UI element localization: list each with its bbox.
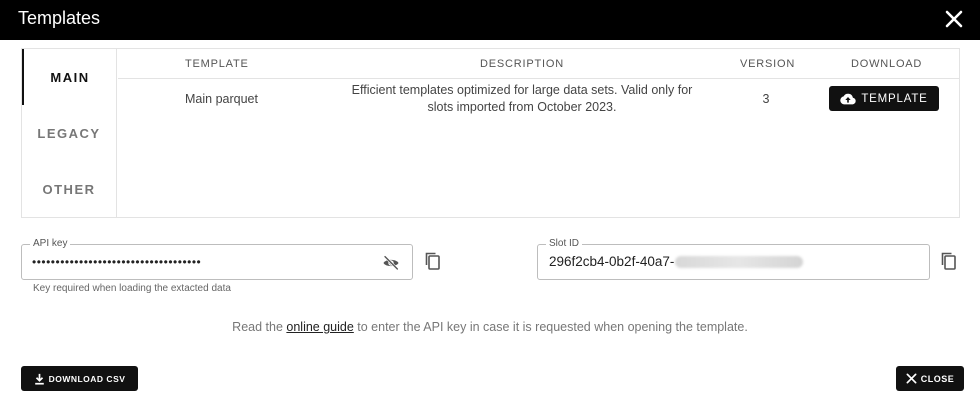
column-header-template: TEMPLATE (185, 58, 249, 70)
column-header-download: DOWNLOAD (851, 58, 923, 70)
api-key-label: API key (30, 238, 71, 250)
copy-icon[interactable] (940, 251, 958, 271)
dialog-title: Templates (18, 8, 101, 28)
slot-id-field[interactable]: Slot ID 296f2cb4-0b2f-40a7- (537, 238, 930, 280)
close-button[interactable]: CLOSE (896, 366, 964, 391)
api-key-value: •••••••••••••••••••••••••••••••••••• (32, 255, 202, 269)
download-icon (34, 373, 44, 385)
tab-list: MAIN LEGACY OTHER (22, 49, 117, 217)
dialog-titlebar: Templates (0, 0, 980, 40)
online-guide-link[interactable]: online guide (286, 320, 353, 334)
template-name: Main parquet (185, 92, 258, 106)
slot-id-label: Slot ID (546, 238, 583, 250)
download-csv-label: DOWNLOAD CSV (48, 373, 126, 384)
close-icon[interactable] (944, 9, 964, 29)
tab-legacy[interactable]: LEGACY (22, 105, 116, 161)
eye-off-icon[interactable] (382, 254, 400, 272)
download-template-button[interactable]: TEMPLATE (829, 86, 939, 111)
download-template-label: TEMPLATE (861, 92, 928, 105)
tab-other[interactable]: OTHER (22, 161, 116, 217)
column-header-version: VERSION (740, 58, 796, 70)
tab-main[interactable]: MAIN (22, 49, 116, 105)
table-row: Main parquet Efficient templates optimiz… (118, 80, 960, 120)
guide-text-before: Read the (232, 320, 287, 334)
api-key-helper-text: Key required when loading the extacted d… (33, 283, 231, 294)
table-header: TEMPLATE DESCRIPTION VERSION DOWNLOAD (118, 49, 960, 79)
copy-icon[interactable] (424, 251, 442, 271)
close-icon (906, 373, 917, 384)
close-label: CLOSE (920, 373, 955, 384)
guide-text-after: to enter the API key in case it is reque… (353, 320, 748, 334)
templates-panel: MAIN LEGACY OTHER TEMPLATE DESCRIPTION V… (21, 48, 960, 218)
slot-id-value: 296f2cb4-0b2f-40a7- (549, 254, 804, 269)
download-csv-button[interactable]: DOWNLOAD CSV (21, 366, 138, 391)
template-description: Efficient templates optimized for large … (351, 83, 693, 114)
api-key-field[interactable]: API key ••••••••••••••••••••••••••••••••… (21, 238, 413, 280)
slot-id-visible-text: 296f2cb4-0b2f-40a7- (549, 254, 675, 269)
column-header-description: DESCRIPTION (480, 58, 564, 70)
guide-text: Read the online guide to enter the API k… (0, 320, 980, 334)
template-version: 3 (762, 92, 770, 106)
slot-id-redacted (675, 256, 804, 269)
cloud-upload-icon (840, 93, 857, 104)
